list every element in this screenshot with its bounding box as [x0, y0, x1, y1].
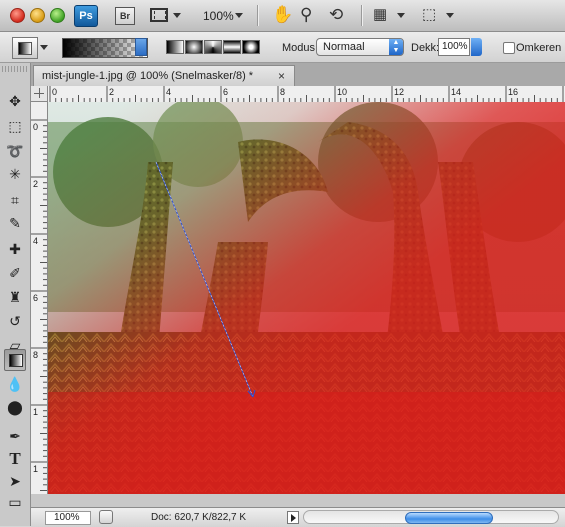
ruler-label: 16 — [508, 87, 518, 97]
marquee-tool-icon[interactable]: ⬚ — [4, 115, 26, 137]
opacity-input[interactable]: 100% — [438, 38, 470, 56]
arrange-documents-icon[interactable]: ▦ — [373, 6, 387, 24]
crop-tool-icon[interactable]: ⌗ — [4, 189, 26, 211]
clone-stamp-tool-icon[interactable]: ♜ — [4, 286, 26, 308]
ruler-label: 8 — [33, 350, 38, 360]
horizontal-ruler-ticks: 0 2 4 6 8 10 12 14 16 — [49, 86, 564, 102]
minimize-window-button[interactable] — [30, 8, 45, 23]
gradient-swatch-icon — [9, 354, 23, 367]
vertical-ruler-ticks: 02468111 — [31, 119, 47, 491]
mode-label: Modus: — [282, 42, 319, 54]
options-bar: Modus: Normaal ▲ ▼ Dekk: 100% Omkeren — [0, 32, 565, 63]
diamond-gradient-button[interactable] — [242, 40, 260, 54]
horizontal-scrollbar[interactable] — [303, 510, 559, 524]
vertical-ruler[interactable]: 02468111 — [31, 102, 48, 494]
mini-bridge-icon[interactable] — [150, 8, 168, 22]
ruler-label: 12 — [394, 87, 404, 97]
ruler-label: 4 — [166, 87, 171, 97]
type-tool-icon[interactable]: T — [4, 448, 26, 470]
opacity-dropdown-arrow[interactable] — [471, 38, 482, 56]
screen-mode-icon[interactable]: ⬚ — [422, 6, 436, 24]
rotate-view-icon[interactable]: ⟲ — [329, 6, 343, 24]
chevron-down-icon[interactable] — [235, 13, 243, 18]
tools-panel: ✥ ⬚ ➰ ✳ ⌗ ✎ ✚ ✐ ♜ ↺ ▱ 💧 ⬤ ✒ T ➤ ▭ — [0, 63, 31, 526]
ruler-label: 6 — [33, 293, 38, 303]
document-tab-title: mist-jungle-1.jpg @ 100% (Snelmasker/8) … — [42, 70, 254, 82]
history-brush-tool-icon[interactable]: ↺ — [4, 310, 26, 332]
path-selection-tool-icon[interactable]: ➤ — [4, 470, 26, 492]
lasso-tool-icon[interactable]: ➰ — [4, 140, 26, 162]
zoom-tool-icon[interactable]: ⚲ — [300, 6, 312, 24]
ruler-label: 10 — [337, 87, 347, 97]
ruler-label: 6 — [223, 87, 228, 97]
horizontal-ruler[interactable]: 0 2 4 6 8 10 12 14 16 — [48, 86, 565, 103]
ruler-label: 2 — [109, 87, 114, 97]
chevron-down-icon[interactable] — [173, 13, 181, 18]
chevron-down-icon[interactable] — [446, 13, 454, 18]
reverse-checkbox[interactable] — [503, 42, 515, 54]
close-window-button[interactable] — [10, 8, 25, 23]
eyedropper-tool-icon[interactable]: ✎ — [4, 212, 26, 234]
chevron-down-icon[interactable] — [40, 45, 48, 50]
brush-tool-icon[interactable]: ✐ — [4, 262, 26, 284]
document-tab-bar: mist-jungle-1.jpg @ 100% (Snelmasker/8) … — [31, 63, 565, 87]
canvas-bottom-gutter — [31, 494, 565, 507]
radial-gradient-button[interactable] — [185, 40, 203, 54]
status-bar: 100% Doc: 620,7 K/822,7 K — [31, 507, 565, 527]
toolbar-divider — [361, 5, 363, 26]
chevron-down-icon[interactable] — [397, 13, 405, 18]
magic-wand-tool-icon[interactable]: ✳ — [4, 163, 26, 185]
ruler-label: 1 — [33, 407, 38, 417]
panel-grip[interactable] — [2, 66, 28, 72]
zoom-window-button[interactable] — [50, 8, 65, 23]
mode-select[interactable]: Normaal ▲ ▼ — [316, 38, 404, 56]
ruler-label: 14 — [451, 87, 461, 97]
blur-tool-icon[interactable]: 💧 — [4, 373, 26, 395]
ruler-label: 0 — [33, 122, 38, 132]
status-menu-arrow[interactable] — [287, 511, 299, 524]
ruler-label: 0 — [52, 87, 57, 97]
ruler-origin[interactable] — [31, 86, 48, 102]
gradient-picker-arrow[interactable] — [135, 38, 147, 56]
tool-preset-picker[interactable] — [12, 37, 38, 59]
select-arrows-icon: ▲ ▼ — [389, 39, 403, 55]
pen-tool-icon[interactable]: ✒ — [4, 425, 26, 447]
image-canvas[interactable] — [48, 102, 565, 494]
dodge-tool-icon[interactable]: ⬤ — [4, 396, 26, 418]
toolbar-divider — [257, 5, 259, 26]
ruler-label: 8 — [280, 87, 285, 97]
document-profile-icon[interactable] — [99, 510, 113, 524]
document-tab[interactable]: mist-jungle-1.jpg @ 100% (Snelmasker/8) … — [33, 65, 295, 86]
horizontal-scroll-thumb[interactable] — [405, 512, 493, 524]
bridge-button[interactable]: Br — [115, 7, 135, 25]
move-tool-icon[interactable]: ✥ — [4, 90, 26, 112]
ruler-label: 2 — [33, 179, 38, 189]
reverse-label: Omkeren — [516, 42, 562, 54]
jungle-photo-with-quick-mask — [48, 102, 565, 494]
ruler-label: 1 — [33, 464, 38, 474]
application-bar: Ps Br 100% ✋ ⚲ ⟲ ▦ ⬚ — [0, 0, 565, 32]
gradient-tool-icon[interactable] — [4, 349, 26, 371]
angle-gradient-button[interactable] — [204, 40, 222, 54]
close-icon[interactable]: × — [278, 69, 285, 83]
mode-select-value: Normaal — [323, 41, 365, 53]
document-size-info: Doc: 620,7 K/822,7 K — [151, 512, 247, 523]
healing-brush-tool-icon[interactable]: ✚ — [4, 238, 26, 260]
zoom-level-dropdown[interactable]: 100% — [203, 9, 234, 23]
zoom-field[interactable]: 100% — [45, 511, 91, 525]
photoshop-logo[interactable]: Ps — [74, 5, 98, 27]
hand-tool-icon[interactable]: ✋ — [272, 6, 293, 24]
opacity-label: Dekk: — [411, 42, 440, 54]
shape-tool-icon[interactable]: ▭ — [4, 491, 26, 513]
linear-gradient-button[interactable] — [166, 40, 184, 54]
ruler-label: 4 — [33, 236, 38, 246]
reflected-gradient-button[interactable] — [223, 40, 241, 54]
